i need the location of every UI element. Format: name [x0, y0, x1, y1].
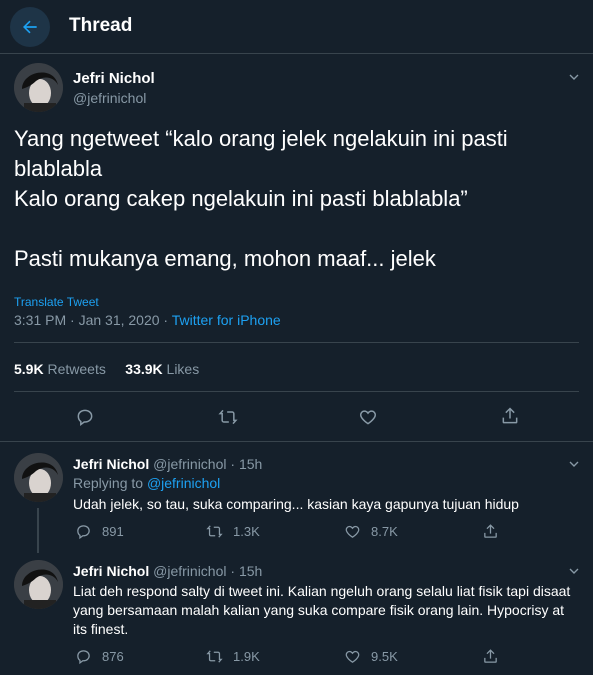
retweet-button[interactable]: 1.9K: [206, 648, 260, 665]
page-title: Thread: [69, 15, 133, 36]
thread-connector: [37, 508, 39, 553]
divider: [0, 441, 593, 442]
retweet-button[interactable]: 1.3K: [206, 523, 260, 540]
like-count: 8.7K: [371, 524, 398, 539]
retweet-icon: [218, 409, 238, 425]
chevron-down-icon: [569, 461, 579, 467]
like-button[interactable]: 9.5K: [344, 648, 398, 665]
replying-to: Replying to @jefrinichol: [73, 475, 221, 491]
reply-icon: [77, 650, 90, 665]
more-options-button[interactable]: [566, 456, 582, 472]
reply-text: Udah jelek, so tau, suka comparing... ka…: [73, 496, 519, 512]
share-button[interactable]: [482, 648, 499, 665]
more-options-button[interactable]: [566, 563, 582, 579]
chevron-down-icon: [569, 74, 579, 80]
like-icon: [345, 525, 360, 538]
reply-icon: [77, 525, 90, 540]
author-name[interactable]: Jefri Nichol: [73, 563, 149, 579]
tweet-text: Yang ngetweet “kalo orang jelek ngelakui…: [14, 126, 508, 271]
avatar[interactable]: [14, 560, 63, 609]
retweet-icon: [206, 525, 223, 538]
tweet-meta: 3:31 PM · Jan 31, 2020 · Twitter for iPh…: [14, 312, 281, 328]
likes-stat[interactable]: 33.9K Likes: [125, 361, 199, 377]
share-button[interactable]: [482, 523, 499, 540]
share-icon: [484, 649, 497, 663]
avatar-image: [14, 560, 63, 609]
reply-header: Jefri Nichol @jefrinichol · 15h: [73, 456, 262, 472]
replying-to-link[interactable]: @jefrinichol: [147, 475, 220, 491]
reply-icon: [77, 409, 93, 426]
divider: [14, 391, 579, 392]
reply-header: Jefri Nichol @jefrinichol · 15h: [73, 563, 262, 579]
reply-time[interactable]: · 15h: [230, 456, 262, 472]
reply-button[interactable]: [75, 407, 95, 427]
author-handle[interactable]: @jefrinichol: [153, 563, 226, 579]
avatar[interactable]: [14, 63, 63, 112]
more-options-button[interactable]: [566, 69, 582, 85]
divider: [14, 342, 579, 343]
reply-text: Liat deh respond salty di tweet ini. Kal…: [73, 583, 571, 637]
author-name[interactable]: Jefri Nichol: [73, 70, 155, 87]
back-arrow-icon: [23, 20, 37, 34]
retweet-icon: [206, 650, 223, 663]
reply-time[interactable]: · 15h: [230, 563, 262, 579]
retweet-count: 1.9K: [233, 649, 260, 664]
chevron-down-icon: [569, 568, 579, 574]
header-divider: [0, 53, 593, 54]
avatar[interactable]: [14, 453, 63, 502]
translate-tweet-link[interactable]: Translate Tweet: [14, 295, 99, 309]
retweets-stat[interactable]: 5.9K Retweets: [14, 361, 106, 377]
reply-count: 891: [102, 524, 124, 539]
author-name[interactable]: Jefri Nichol: [73, 456, 149, 472]
like-icon: [359, 410, 377, 425]
reply-button[interactable]: 891: [75, 523, 124, 540]
tweet-source-link[interactable]: Twitter for iPhone: [172, 312, 281, 328]
reply-button[interactable]: 876: [75, 648, 124, 665]
reply-count: 876: [102, 649, 124, 664]
author-handle[interactable]: @jefrinichol: [153, 456, 226, 472]
author-handle[interactable]: @jefrinichol: [73, 90, 146, 106]
avatar-image: [14, 63, 63, 112]
like-button[interactable]: [358, 407, 378, 427]
tweet-stats: 5.9K Retweets 33.9K Likes: [14, 361, 199, 377]
like-count: 9.5K: [371, 649, 398, 664]
retweet-count: 1.3K: [233, 524, 260, 539]
share-icon: [502, 407, 518, 424]
avatar-image: [14, 453, 63, 502]
retweet-button[interactable]: [218, 407, 238, 427]
share-button[interactable]: [500, 406, 520, 426]
like-button[interactable]: 8.7K: [344, 523, 398, 540]
tweet-timestamp[interactable]: 3:31 PM · Jan 31, 2020 ·: [14, 312, 172, 328]
share-icon: [484, 524, 497, 538]
like-icon: [345, 650, 360, 663]
back-button[interactable]: [10, 7, 50, 47]
